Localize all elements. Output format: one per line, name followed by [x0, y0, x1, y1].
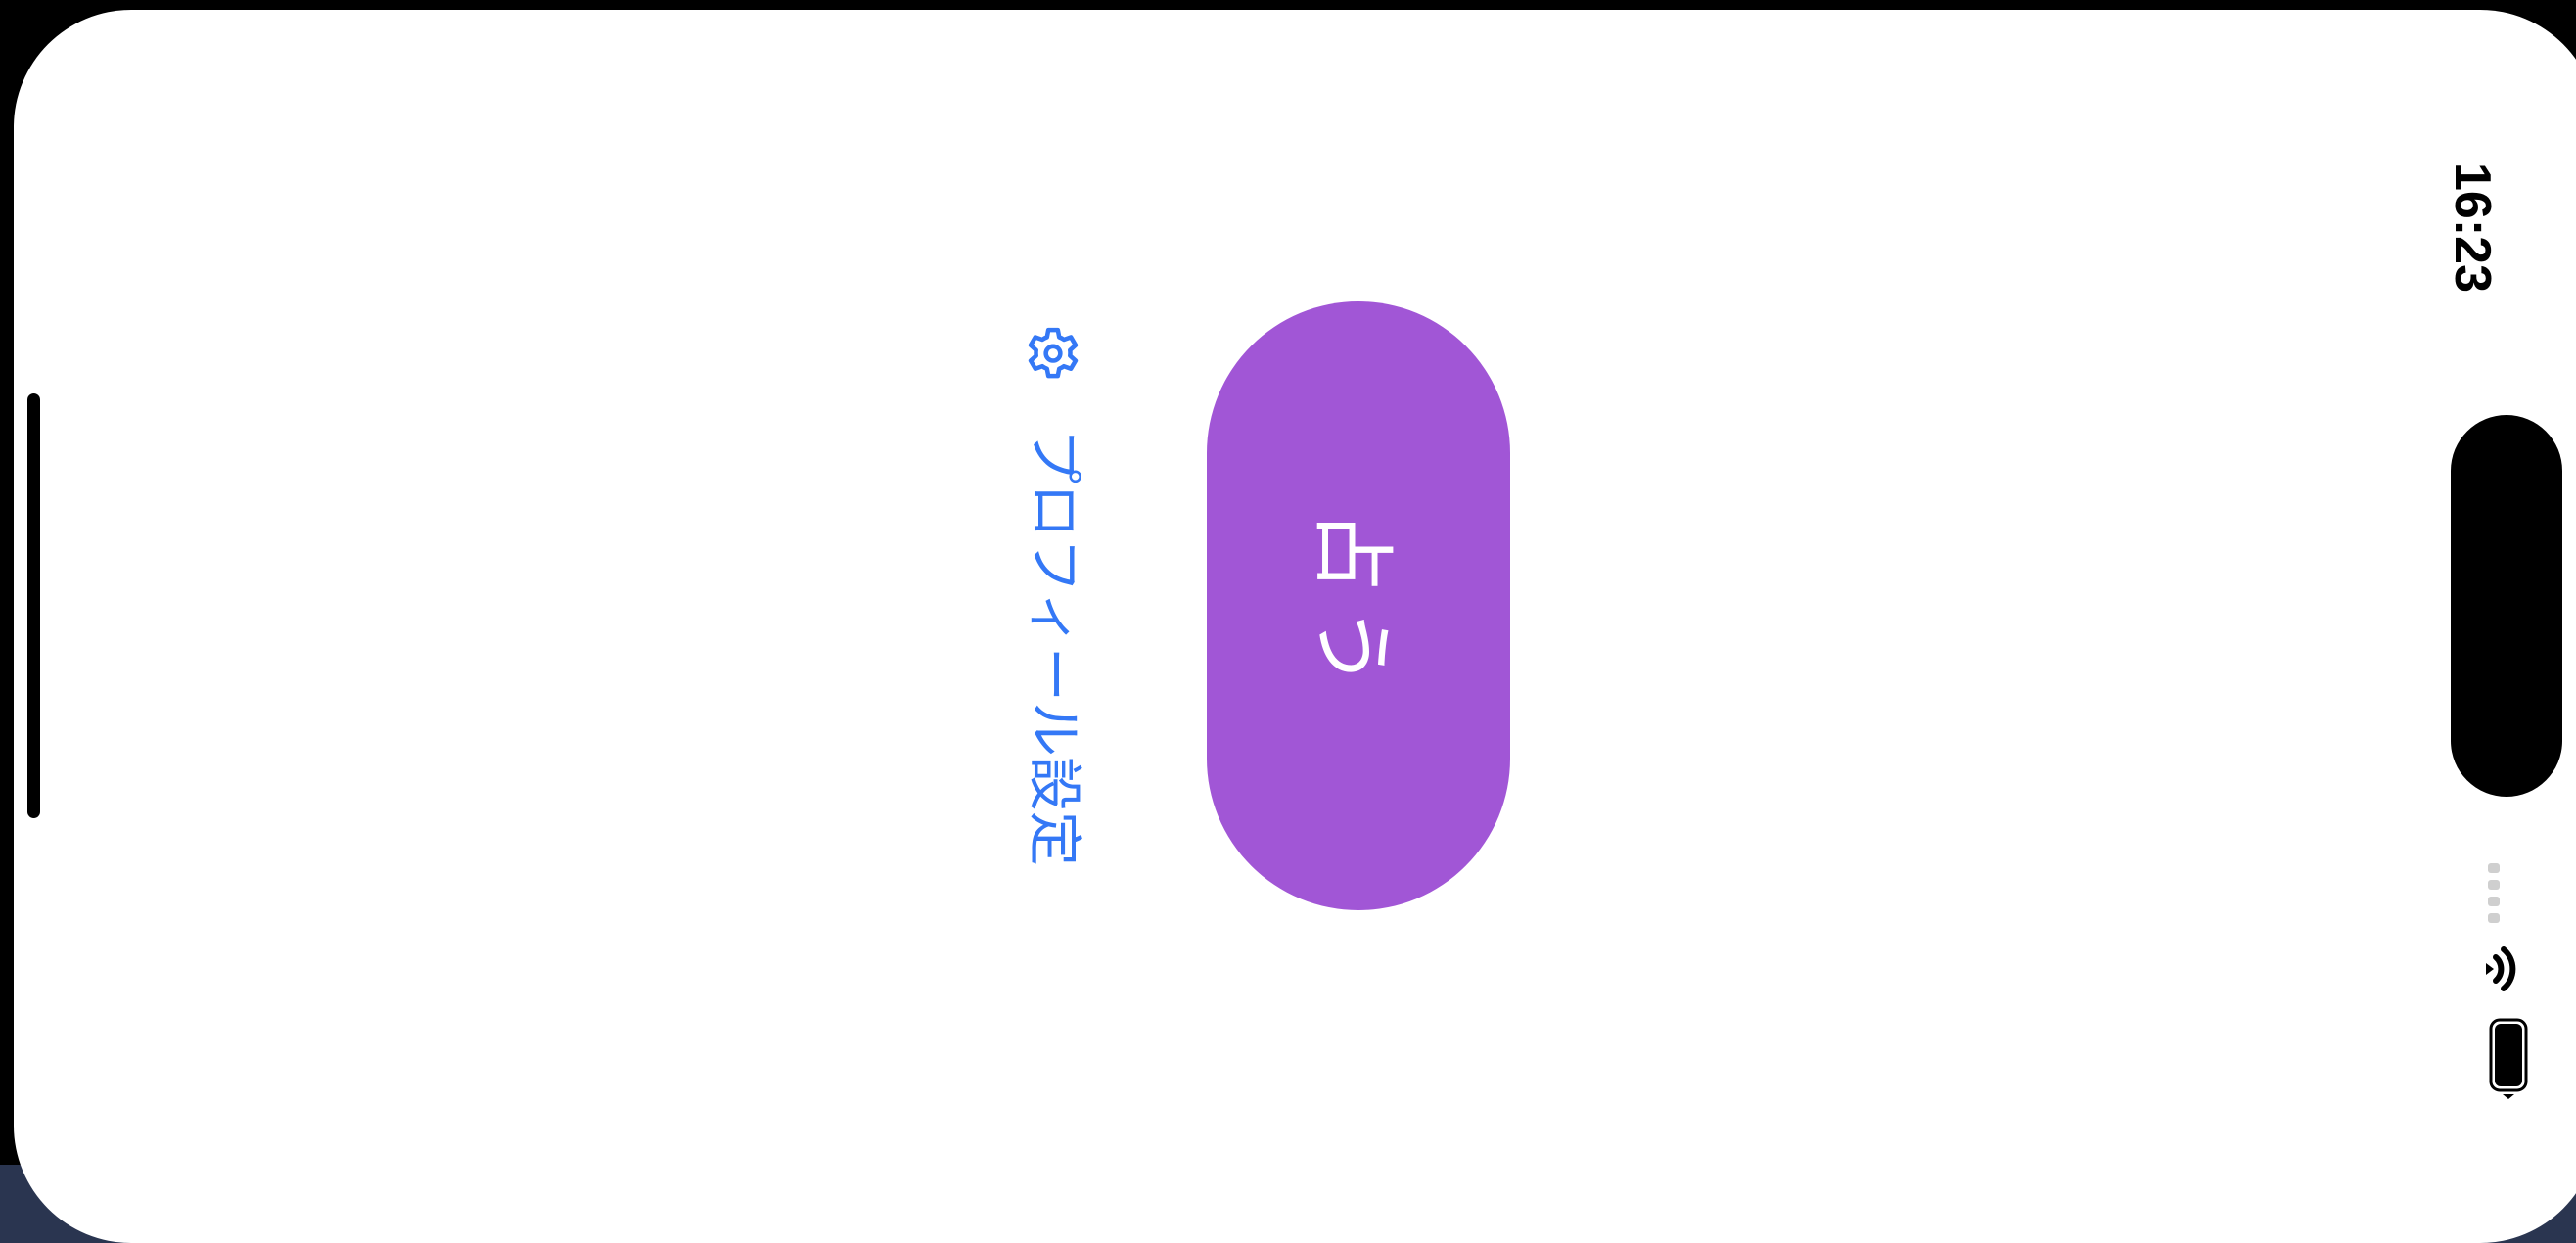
cellular-signal-icon	[2488, 863, 2500, 923]
fortune-button[interactable]: 占う	[1207, 301, 1510, 910]
battery-icon	[2489, 1018, 2528, 1099]
dynamic-island	[2451, 415, 2562, 797]
wifi-icon	[2486, 946, 2516, 991]
gear-icon	[1028, 327, 1079, 379]
home-indicator[interactable]	[27, 393, 40, 818]
profile-settings-link[interactable]: プロフィール設定	[1018, 323, 1088, 891]
fortune-button-label: 占う	[1304, 509, 1401, 703]
profile-settings-label: プロフィール設定	[1022, 429, 1085, 866]
status-time: 16:23	[2444, 162, 2501, 293]
